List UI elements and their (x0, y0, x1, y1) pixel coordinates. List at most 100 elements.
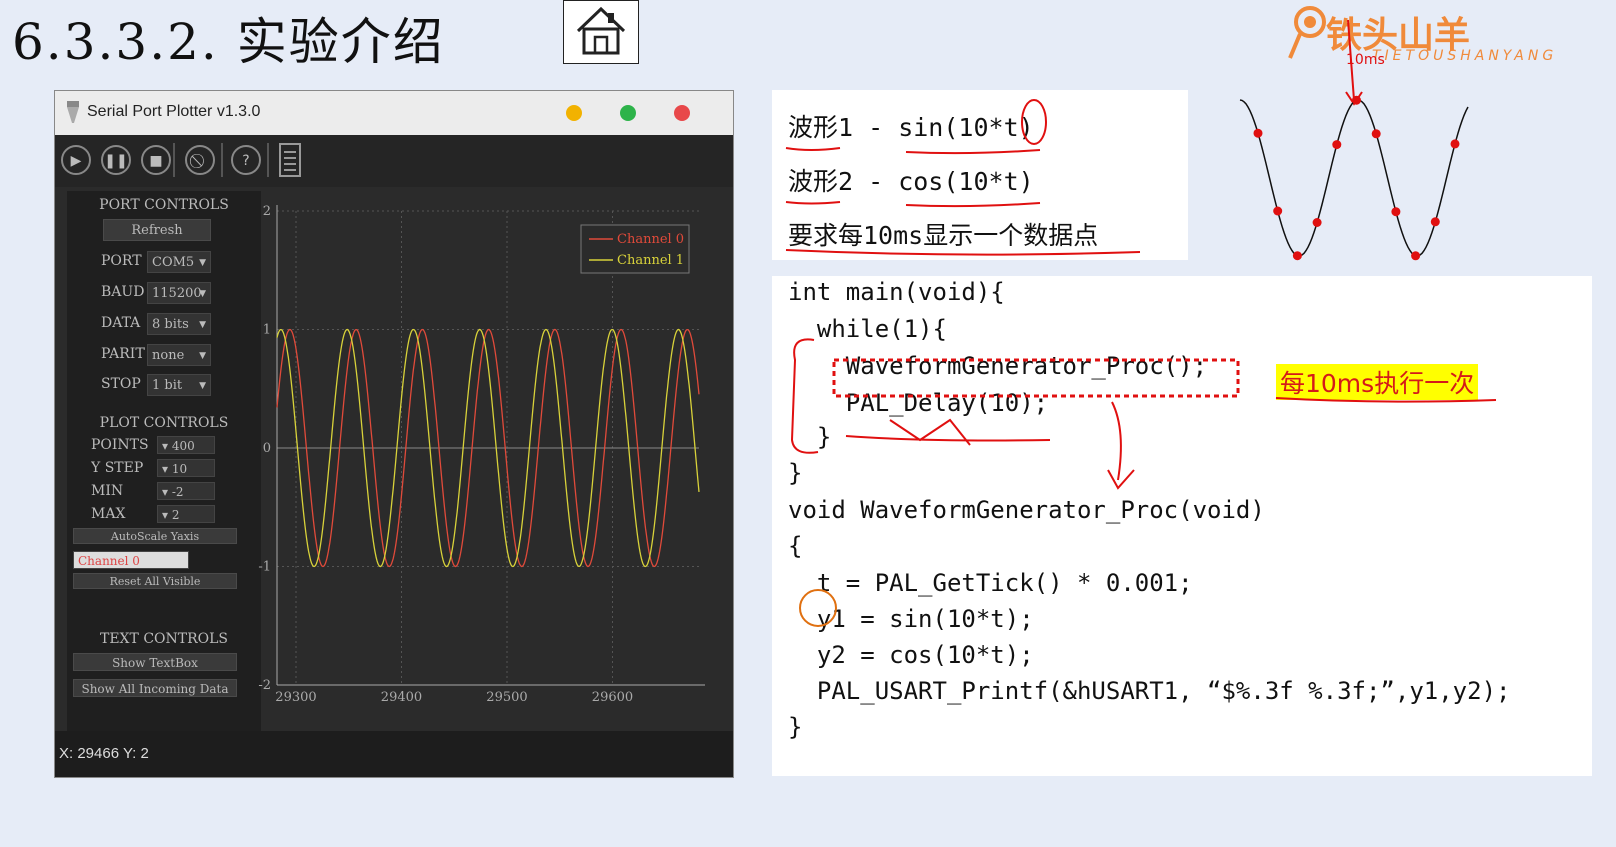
brand-logo: 铁头山羊 TIETOUSHANYANG (1286, 4, 1576, 68)
baud-label: BAUD (101, 284, 145, 300)
dropdown-arrow-icon: ▼ (199, 320, 206, 330)
baud-select[interactable]: 115200 ▼ (147, 282, 211, 304)
code-line: void WaveformGenerator_Proc(void) (788, 496, 1265, 524)
window-titlebar[interactable]: Serial Port Plotter v1.3.0 (55, 91, 733, 135)
annotation-note: 每10ms执行一次 (1276, 364, 1479, 400)
port-value: COM5 (152, 255, 195, 270)
stop-bits-select[interactable]: 1 bit ▼ (147, 374, 211, 396)
sample-point (1430, 217, 1440, 227)
y-tick-label: 0 (263, 441, 271, 456)
toolbar-divider (173, 143, 175, 177)
close-button[interactable] (674, 105, 690, 121)
baud-value: 115200 (152, 286, 202, 301)
port-controls-heading: PORT CONTROLS (99, 197, 229, 213)
help-icon[interactable]: ? (231, 145, 261, 175)
data-bits-select[interactable]: 8 bits ▼ (147, 313, 211, 335)
data-bits-value: 8 bits (152, 317, 189, 332)
document-icon[interactable] (279, 143, 301, 177)
channel-value: Channel 0 (78, 554, 140, 568)
sample-point (1411, 251, 1421, 261)
pause-icon[interactable]: ❚❚ (101, 145, 131, 175)
slide-title: 6.3.3.2. 实验介绍 (12, 13, 445, 71)
wave-1-text: 波形1 - sin(10*t) (788, 113, 1034, 142)
min-value: -2 (171, 485, 184, 499)
x-tick-label: 29500 (486, 690, 527, 705)
logo-subtext: TIETOUSHANYANG (1372, 48, 1558, 64)
data-label: DATA (101, 315, 141, 331)
min-spinbox[interactable]: ▾ -2 (157, 482, 215, 500)
max-value: 2 (171, 508, 180, 522)
max-label: MAX (91, 506, 126, 522)
sample-point (1332, 140, 1342, 150)
sample-point (1391, 207, 1401, 217)
refresh-button[interactable]: Refresh (103, 219, 211, 241)
port-select[interactable]: COM5 ▼ (147, 251, 211, 273)
sample-curve (1239, 99, 1469, 257)
min-label: MIN (91, 483, 124, 499)
plotter-window: Serial Port Plotter v1.3.0 ▶ ❚❚ ■ ⃠ ? PO… (54, 90, 734, 778)
code-line: int main(void){ (788, 278, 1005, 306)
status-coordinates: X: 29466 Y: 2 (59, 745, 149, 762)
sampled-waveform (1239, 95, 1469, 261)
y-tick-label: 1 (263, 323, 271, 338)
port-label: PORT (101, 253, 142, 269)
code-line: PAL_Delay(10); (788, 389, 1049, 417)
sample-point (1292, 251, 1302, 261)
sample-point (1352, 95, 1361, 105)
code-line: } (788, 459, 803, 487)
sample-point (1253, 128, 1263, 138)
points-label: POINTS (91, 437, 149, 453)
home-button[interactable] (563, 0, 639, 64)
parity-label: PARITY (101, 346, 145, 362)
points-value: 400 (171, 439, 195, 453)
max-spinbox[interactable]: ▾ 2 (157, 505, 215, 523)
wave-2-text: 波形2 - cos(10*t) (788, 167, 1034, 196)
dropdown-arrow-icon: ▼ (199, 351, 206, 361)
play-icon[interactable]: ▶ (61, 145, 91, 175)
channel-select[interactable]: Channel 0 (73, 551, 189, 569)
dropdown-arrow-icon: ▼ (199, 381, 206, 391)
code-line: } (788, 423, 832, 451)
code-line: t = PAL_GetTick() * 0.001; (788, 569, 1193, 597)
window-title: Serial Port Plotter v1.3.0 (87, 103, 261, 120)
show-all-data-button[interactable]: Show All Incoming Data (73, 679, 237, 697)
sample-point (1371, 129, 1381, 139)
y-tick-label: 2 (263, 204, 271, 219)
code-line: WaveformGenerator_Proc(); (788, 352, 1208, 380)
ystep-spinbox[interactable]: ▾ 10 (157, 459, 215, 477)
stop-label: STOP (101, 376, 141, 392)
code-line: { (788, 532, 803, 560)
show-textbox-button[interactable]: Show TextBox (73, 653, 237, 671)
reset-visible-button[interactable]: Reset All Visible (73, 573, 237, 589)
control-panel: PORT CONTROLS Refresh PORT COM5 ▼ BAUD 11… (67, 191, 261, 771)
sample-point (1273, 206, 1283, 216)
dropdown-arrow-icon: ▼ (199, 289, 206, 299)
x-tick-label: 29600 (592, 690, 633, 705)
waveform-description: 波形1 - sin(10*t) 波形2 - cos(10*t) 要求每10ms显… (772, 90, 1188, 260)
toolbar-divider (267, 143, 269, 177)
clear-icon[interactable]: ⃠ (185, 145, 215, 175)
x-tick-label: 29300 (275, 690, 316, 705)
legend-label: Channel 0 (617, 232, 684, 247)
autoscale-button[interactable]: AutoScale Yaxis (73, 528, 237, 544)
code-line: y2 = cos(10*t); (788, 641, 1034, 669)
code-line: PAL_USART_Printf(&hUSART1, “$%.3f %.3f;”… (788, 677, 1511, 705)
toolbar-divider (221, 143, 223, 177)
points-spinbox[interactable]: ▾ 400 (157, 436, 215, 454)
code-line: } (788, 713, 803, 741)
parity-value: none (152, 348, 185, 363)
requirement-text: 要求每10ms显示一个数据点 (788, 221, 1099, 250)
code-line: while(1){ (788, 315, 947, 343)
plot-area[interactable]: 29300 29400 29500 29600 2 1 0 -1 -2 Channel 0 Chan… (251, 191, 731, 731)
stop-bits-value: 1 bit (152, 378, 183, 393)
maximize-button[interactable] (620, 105, 636, 121)
text-controls-heading: TEXT CONTROLS (100, 631, 228, 647)
parity-select[interactable]: none ▼ (147, 344, 211, 366)
home-icon (576, 6, 626, 55)
status-bar: X: 29466 Y: 2 (55, 731, 733, 777)
plot-controls-heading: PLOT CONTROLS (99, 415, 229, 431)
sample-point (1450, 139, 1460, 149)
minimize-button[interactable] (566, 105, 582, 121)
ystep-value: 10 (171, 462, 188, 476)
stop-icon[interactable]: ■ (141, 145, 171, 175)
